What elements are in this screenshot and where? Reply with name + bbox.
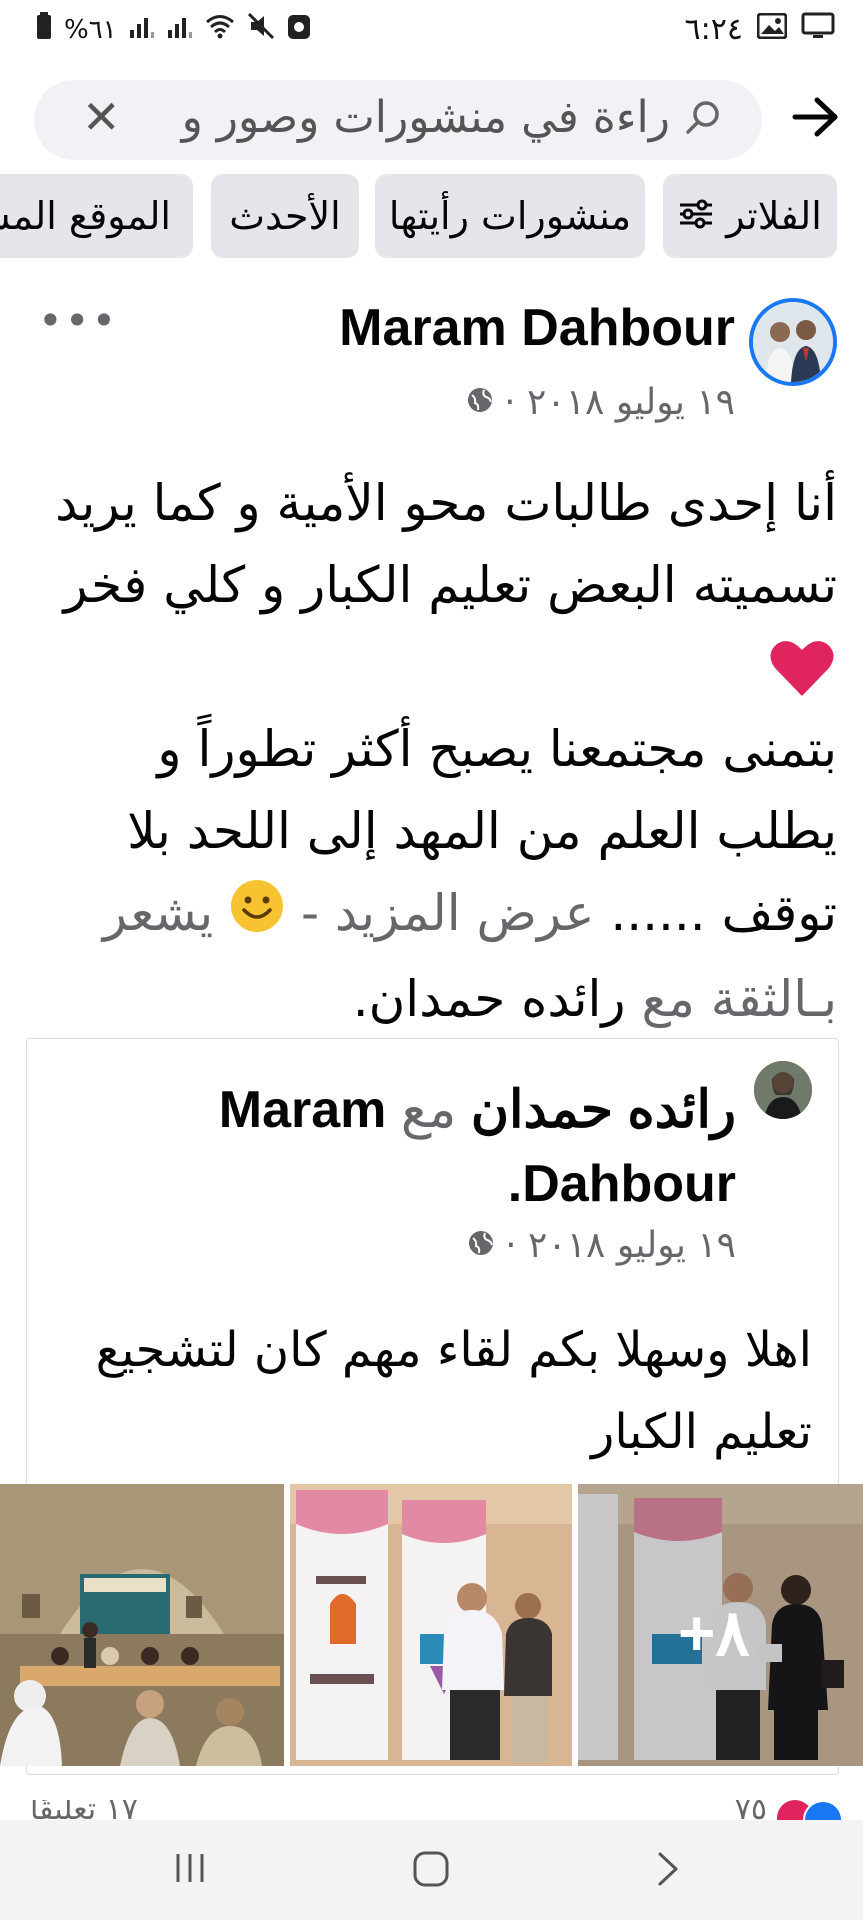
tagged-person-link[interactable]: رائده حمدان. [353,970,626,1028]
post-author-avatar[interactable] [749,298,837,386]
comments-count[interactable]: ١٧ تعليقًا [30,1800,138,1820]
shared-post-meta: ١٩ يوليو ٢٠١٨ · [467,1225,736,1266]
with-word: مع [641,969,695,1028]
filters-icon [678,194,714,238]
battery-icon [36,12,52,47]
gallery-icon [756,12,788,46]
photo-two-men-banners[interactable] [290,1484,572,1766]
post-text: أنا إحدى طالبات محو الأمية و كما يريد تس… [37,462,837,1040]
status-bar: ٦:٢٤ %٦١ [0,0,863,64]
status-right: ٦:٢٤ [685,12,835,47]
post-line-6: بـالثقة مع رائده حمدان. [37,958,837,1040]
post-date[interactable]: ١٩ يوليو ٢٠١٨ · [504,382,735,423]
shared-post-text: اهلا وسهلا بكم لقاء مهم كان لتشجيع تعليم… [52,1309,812,1473]
post-author-name[interactable]: Maram Dahbour [339,298,735,358]
shared-author-name[interactable]: رائده حمدان [471,1081,736,1139]
clock: ٦:٢٤ [684,12,743,47]
shared-author-avatar[interactable] [754,1061,812,1119]
chip-seen-posts-label: منشورات رأيتها [388,194,632,238]
reactions-count[interactable]: ٧٥ [735,1800,767,1820]
post-text-fragment: توقف ...... [610,884,837,942]
status-left: %٦١ [36,12,311,47]
shared-post-date[interactable]: ١٩ يوليو ٢٠١٨ · [505,1225,736,1266]
more-photos-count[interactable]: +٨ [678,1596,750,1671]
search-icon [684,98,724,142]
shared-tagged-name[interactable]: Maram [219,1081,387,1139]
shared-post-title: رائده حمدان مع Maram Dahbour. [116,1073,736,1221]
photo-grid: +٨ [0,1484,863,1766]
chip-filters-label: الفلاتر [726,194,822,238]
public-globe-icon [466,382,494,423]
mute-icon [247,12,275,47]
post-line: تسميته البعض تعليم الكبار و كلي فخر [63,556,837,614]
chip-seen-posts[interactable]: منشورات رأيتها [375,174,645,258]
more-options-icon[interactable]: ••• [38,296,118,345]
public-globe-icon [467,1225,495,1266]
back-arrow-icon[interactable] [791,92,841,146]
post-line-5: توقف ...... عرض المزيد - يشعر [37,872,837,958]
battery-level: %٦١ [64,14,117,45]
filter-chips: الفلاتر منشورات رأيتها الأحدث الموقع الم… [0,174,863,258]
like-reaction-icon [803,1800,843,1820]
home-icon[interactable] [412,1850,450,1892]
recent-apps-icon[interactable] [172,1850,208,1890]
signal-icon-2 [167,14,193,45]
post-line: أنا إحدى طالبات محو الأمية و كما يريد [55,474,837,532]
chip-filters[interactable]: الفلاتر [663,174,837,258]
shared-with-word: مع [400,1080,457,1140]
search-input[interactable]: راءة في منشورات وصور و [182,92,670,143]
feeling-label: يشعر [102,884,214,942]
post-line: يطلب العلم من المهد إلى اللحد بلا [127,802,837,860]
back-nav-icon[interactable] [656,1850,680,1892]
see-more-link[interactable]: عرض المزيد - [301,884,594,942]
shared-tagged-name-2[interactable]: Dahbour. [508,1155,736,1213]
chip-recent-label: الأحدث [229,194,341,238]
chip-location-label: الموقع المشا [0,194,171,238]
photo-man-woman-banners[interactable]: +٨ [578,1484,863,1766]
chip-location[interactable]: الموقع المشا [0,174,193,258]
feeling-value: بـالثقة [710,969,837,1028]
chip-recent[interactable]: الأحدث [211,174,359,258]
smile-emoji-icon [229,876,285,958]
clear-search-icon[interactable]: ✕ [82,90,121,144]
heart-emoji-icon [37,626,837,708]
photo-meeting-hall[interactable] [0,1484,284,1766]
search-bar[interactable]: راءة في منشورات وصور و ✕ [34,80,762,160]
post-meta: ١٩ يوليو ٢٠١٨ · [466,382,735,423]
screen-icon [801,12,835,47]
signal-icon [129,14,155,45]
wifi-icon [205,13,235,46]
post-line: بتمنى مجتمعنا يصبح أكثر تطوراً و [157,720,837,778]
shared-line: اهلا وسهلا بكم لقاء مهم كان لتشجيع [95,1322,812,1378]
system-nav-bar [0,1820,863,1920]
shared-line: تعليم الكبار [591,1404,812,1460]
reactions-bar[interactable]: ١٧ تعليقًا ٧٥ [0,1800,863,1820]
app-notification-icon [287,12,311,47]
